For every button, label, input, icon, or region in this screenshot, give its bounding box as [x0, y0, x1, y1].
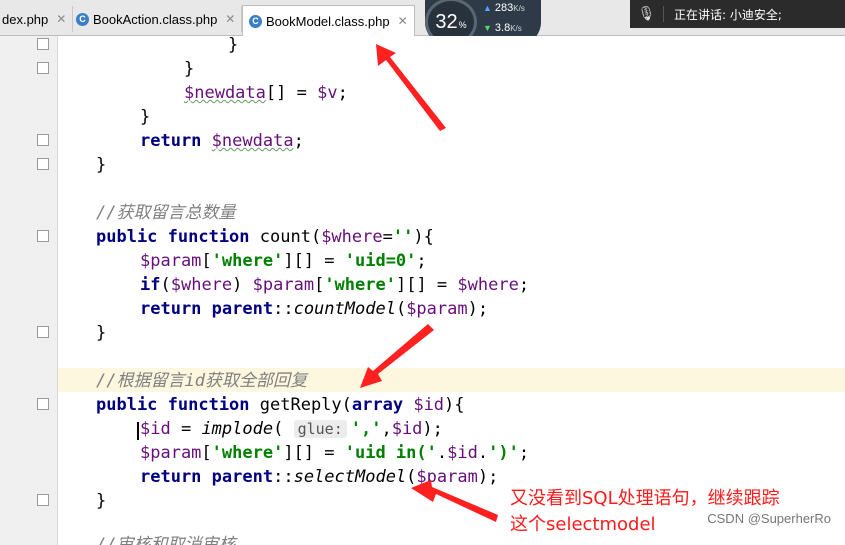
tab-bookmodel-class-php[interactable]: C BookModel.class.php ✕ — [242, 5, 415, 36]
upload-speed: ▲ 283K/s — [483, 2, 525, 14]
code-line: } — [228, 35, 239, 55]
code-line: $param['where'][] = 'uid in('.$id.')'; — [140, 443, 530, 463]
fold-marker-icon[interactable] — [37, 326, 49, 338]
fold-marker-icon[interactable] — [37, 62, 49, 74]
editor-gutter — [0, 36, 58, 545]
upload-arrow-icon: ▲ — [483, 3, 492, 13]
code-line: } — [184, 59, 195, 79]
annotation-note-line1: 又没看到SQL处理语句，继续跟踪 — [510, 488, 780, 509]
code-comment: //审核和取消审核 — [96, 535, 236, 545]
tab-bookaction-class-php[interactable]: C BookAction.class.php ✕ — [70, 6, 243, 32]
fold-marker-icon[interactable] — [37, 134, 49, 146]
download-speed: ▼ 3.8K/s — [483, 22, 522, 34]
code-line: return $newdata; — [140, 131, 304, 151]
code-line: public function getReply(array $id){ — [96, 395, 465, 415]
code-line: $param['where'][] = 'uid=0'; — [140, 251, 427, 271]
fold-marker-icon[interactable] — [37, 38, 49, 50]
tab-label: BookModel.class.php — [266, 13, 390, 29]
fold-marker-icon[interactable] — [37, 398, 49, 410]
download-arrow-icon: ▼ — [483, 23, 492, 33]
code-line: } — [96, 323, 107, 343]
code-line: } — [140, 107, 151, 127]
class-file-icon: C — [249, 14, 262, 28]
fold-marker-icon[interactable] — [37, 158, 49, 170]
tab-label: dex.php — [2, 11, 49, 27]
parameter-hint: glue: — [293, 420, 347, 438]
code-line: public function count($where=''){ — [96, 227, 434, 247]
usage-percent: 32 — [435, 10, 458, 33]
text-cursor — [137, 422, 139, 440]
code-line: } — [96, 155, 107, 175]
code-line: return parent::countModel($param); — [140, 299, 489, 319]
csdn-watermark: CSDN @SuperherRo — [707, 511, 831, 526]
annotation-note-line2: 这个selectmodel — [510, 514, 656, 535]
close-tab-icon[interactable]: ✕ — [56, 12, 66, 26]
voice-chat-bar: 🎙 正在讲话: 小迪安全; — [630, 0, 845, 28]
code-line: $newdata[] = $v; — [184, 83, 348, 103]
code-line: } — [96, 491, 107, 511]
microphone-icon[interactable]: 🎙 — [630, 6, 664, 22]
code-editor[interactable]: } } $newdata[] = $v; } return $newdata; … — [0, 35, 845, 545]
code-line: $id = implode( glue: ',',$id); — [140, 419, 443, 439]
close-tab-icon[interactable]: ✕ — [225, 12, 235, 26]
code-comment: //根据留言id获取全部回复 — [96, 371, 307, 391]
code-line: if($where) $param['where'][] = $where; — [140, 275, 530, 295]
fold-marker-icon[interactable] — [37, 494, 49, 506]
tab-dex-php[interactable]: dex.php ✕ — [0, 6, 74, 32]
class-file-icon: C — [76, 12, 89, 26]
close-tab-icon[interactable]: ✕ — [398, 14, 408, 28]
speaking-status: 正在讲话: 小迪安全; — [674, 7, 782, 22]
fold-marker-icon[interactable] — [37, 230, 49, 242]
code-comment: //获取留言总数量 — [96, 203, 236, 223]
code-line: return parent::selectModel($param); — [140, 467, 499, 487]
tab-label: BookAction.class.php — [93, 11, 218, 27]
